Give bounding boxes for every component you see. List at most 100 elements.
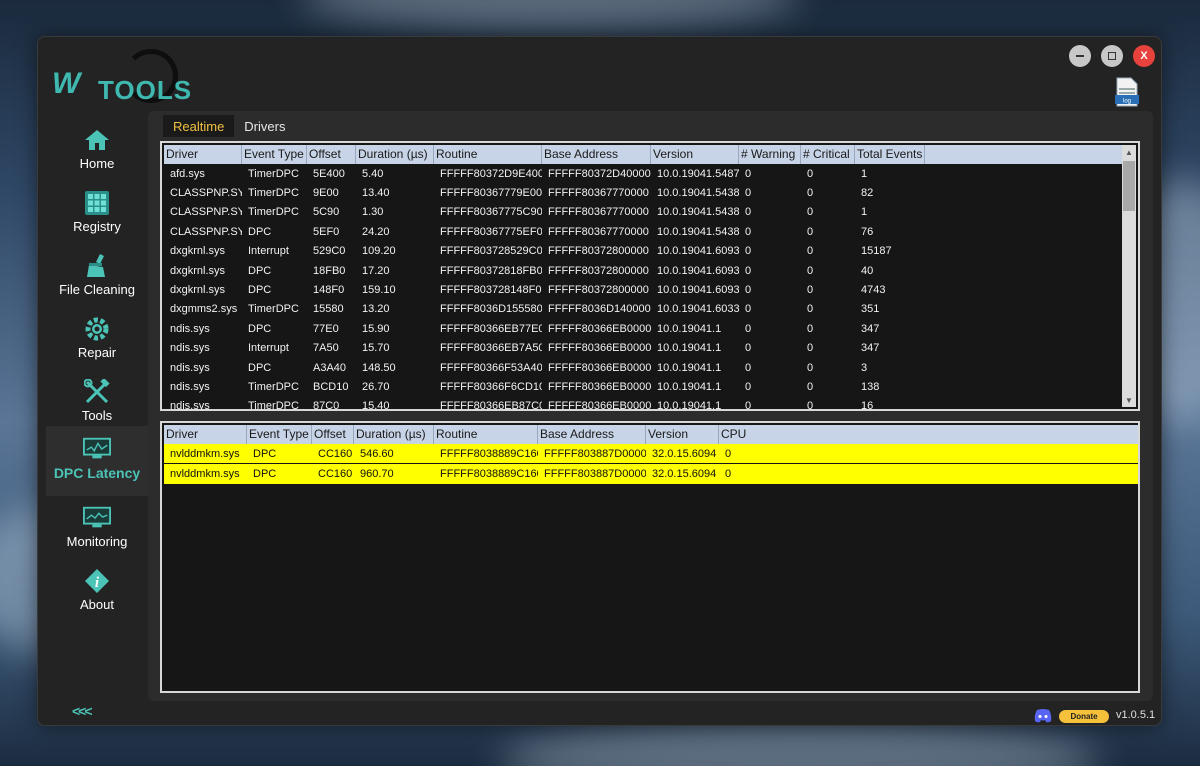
scroll-up-icon[interactable]: ▲ — [1122, 145, 1136, 159]
tab-realtime[interactable]: Realtime — [163, 115, 235, 137]
column-driver[interactable]: Driver — [164, 145, 242, 164]
column-version[interactable]: Version — [646, 425, 719, 444]
table-cell: 0 — [745, 206, 752, 219]
table-cell: 0 — [807, 167, 814, 180]
collapse-sidebar-button[interactable]: <<< — [72, 703, 92, 719]
table-row[interactable]: dxgmms2.sys TimerDPC 15580 13.20 FFFFF8036D1… — [164, 300, 1122, 319]
table-row[interactable]: CLASSPNP.SY DPC 5EF0 24.20 FFFFF80367775EF0 F… — [164, 222, 1122, 241]
table-cell: TimerDPC — [248, 167, 299, 180]
discord-icon[interactable] — [1034, 709, 1052, 723]
table-cell: 159.10 — [362, 284, 396, 297]
sidebar-item-monitoring[interactable]: Monitoring — [46, 499, 148, 561]
table-cell: 0 — [745, 342, 752, 355]
table-row[interactable]: dxgkrnl.sys DPC 148F0 159.10 FFFFF803728148F… — [164, 280, 1122, 299]
table-row[interactable]: ndis.sys TimerDPC BCD10 26.70 FFFFF80366F6CD… — [164, 377, 1122, 396]
column-routine[interactable]: Routine — [434, 145, 542, 164]
table-row[interactable]: CLASSPNP.SY TimerDPC 9E00 13.40 FFFFF8036777… — [164, 183, 1122, 202]
sidebar-item-home[interactable]: Home — [46, 121, 148, 183]
column-duration[interactable]: Duration (µs) — [356, 145, 434, 164]
column-critical[interactable]: # Critical — [801, 145, 855, 164]
high-latency-events-table: Driver Event Type Offset Duration (µs) R… — [160, 421, 1140, 693]
table-cell: 0 — [807, 245, 814, 258]
column-version[interactable]: Version — [651, 145, 739, 164]
table-cell: FFFFF80372800000 — [548, 264, 649, 277]
column-event-type[interactable]: Event Type — [247, 425, 312, 444]
table-cell: 109.20 — [362, 245, 396, 258]
svg-text:log: log — [1123, 99, 1131, 105]
sidebar-item-registry[interactable]: Registry — [46, 184, 148, 246]
maximize-button[interactable] — [1101, 45, 1123, 67]
table-cell: 0 — [745, 264, 752, 277]
table-cell: FFFFF80366EB77E0 — [440, 322, 542, 335]
table-cell: 15187 — [861, 245, 892, 258]
column-cpu[interactable]: CPU — [719, 425, 1138, 444]
column-routine[interactable]: Routine — [434, 425, 538, 444]
table-cell: 10.0.19041.1 — [657, 400, 722, 409]
column-driver[interactable]: Driver — [164, 425, 247, 444]
table-header: Driver Event Type Offset Duration (µs) R… — [164, 425, 1138, 444]
table-cell: 32.0.15.6094 — [652, 468, 717, 481]
close-button[interactable]: X — [1133, 45, 1155, 67]
table-cell: 529C0 — [313, 245, 346, 258]
info-icon: i — [83, 568, 111, 594]
column-offset[interactable]: Offset — [307, 145, 356, 164]
table-cell: 0 — [807, 284, 814, 297]
scrollbar-thumb[interactable] — [1123, 161, 1135, 211]
table-row[interactable]: nvlddmkm.sys DPC CC160 546.60 FFFFF8038889C1… — [164, 444, 1138, 464]
table-row[interactable]: ndis.sys DPC 77E0 15.90 FFFFF80366EB77E0 FFFF… — [164, 319, 1122, 338]
table-cell: 3 — [861, 361, 868, 374]
version-label: v1.0.5.1 — [1116, 709, 1156, 721]
table-cell: CC160 — [318, 447, 353, 460]
table-row[interactable]: CLASSPNP.SY TimerDPC 5C90 1.30 FFFFF80367775… — [164, 203, 1122, 222]
scroll-down-icon[interactable]: ▼ — [1122, 393, 1136, 407]
app-logo: W TOOLS — [46, 43, 196, 105]
minimize-button[interactable] — [1069, 45, 1091, 67]
table-row[interactable]: ndis.sys DPC A3A40 148.50 FFFFF80366F53A40 FF… — [164, 358, 1122, 377]
table-body: afd.sys TimerDPC 5E400 5.40 FFFFF80372D9E400… — [164, 164, 1122, 409]
column-base-address[interactable]: Base Address — [538, 425, 646, 444]
column-warning[interactable]: # Warning — [739, 145, 801, 164]
table-cell: 0 — [807, 264, 814, 277]
column-event-type[interactable]: Event Type — [242, 145, 307, 164]
table-cell: 10.0.19041.1 — [657, 322, 722, 335]
table-cell: 15.40 — [362, 400, 390, 409]
table-row[interactable]: nvlddmkm.sys DPC CC160 960.70 FFFFF8038889C1… — [164, 464, 1138, 484]
column-base-address[interactable]: Base Address — [542, 145, 651, 164]
log-file-icon[interactable]: log — [1115, 77, 1139, 107]
sidebar-item-about[interactable]: i About — [46, 562, 148, 624]
table-cell: 0 — [745, 361, 752, 374]
realtime-events-table: Driver Event Type Offset Duration (µs) R… — [160, 141, 1140, 411]
vertical-scrollbar[interactable]: ▲ ▼ — [1122, 145, 1136, 407]
table-cell: 5.40 — [362, 167, 384, 180]
table-row[interactable]: ndis.sys Interrupt 7A50 15.70 FFFFF80366EB7A… — [164, 339, 1122, 358]
sidebar-item-file-cleaning[interactable]: File Cleaning — [46, 247, 148, 309]
table-cell: FFFFF80372D9E400 — [440, 167, 542, 180]
sidebar-item-dpc-latency[interactable]: DPC Latency — [46, 426, 148, 496]
column-total-events[interactable]: Total Events — [855, 145, 925, 164]
table-cell: 10.0.19041.5438 — [657, 225, 739, 238]
table-cell: 546.60 — [360, 447, 394, 460]
table-cell: 1 — [861, 167, 868, 180]
table-row[interactable]: ndis.sys TimerDPC 87C0 15.40 FFFFF80366EB87C… — [164, 397, 1122, 409]
table-cell: FFFFF8038889C160 — [440, 468, 538, 481]
table-cell: 0 — [745, 303, 752, 316]
table-cell: 0 — [807, 225, 814, 238]
tab-drivers[interactable]: Drivers — [234, 115, 295, 137]
wrench-hammer-icon — [83, 379, 111, 405]
table-cell: 0 — [745, 167, 752, 180]
table-cell: FFFFF80366EB0000 — [548, 361, 651, 374]
column-offset[interactable]: Offset — [312, 425, 354, 444]
donate-button[interactable]: Donate — [1059, 710, 1109, 723]
table-row[interactable]: dxgkrnl.sys DPC 18FB0 17.20 FFFFF80372818FB0… — [164, 261, 1122, 280]
table-cell: 0 — [807, 206, 814, 219]
table-row[interactable]: afd.sys TimerDPC 5E400 5.40 FFFFF80372D9E400… — [164, 164, 1122, 183]
sidebar-item-repair[interactable]: Repair — [46, 310, 148, 372]
table-cell: BCD10 — [313, 380, 349, 393]
table-header: Driver Event Type Offset Duration (µs) R… — [164, 145, 1122, 164]
monitor-chart-icon — [83, 505, 111, 531]
table-cell: 26.70 — [362, 380, 390, 393]
column-duration[interactable]: Duration (µs) — [354, 425, 434, 444]
table-cell: 16 — [861, 400, 874, 409]
table-cell: 10.0.19041.5438 — [657, 206, 739, 219]
table-row[interactable]: dxgkrnl.sys Interrupt 529C0 109.20 FFFFF8037… — [164, 242, 1122, 261]
